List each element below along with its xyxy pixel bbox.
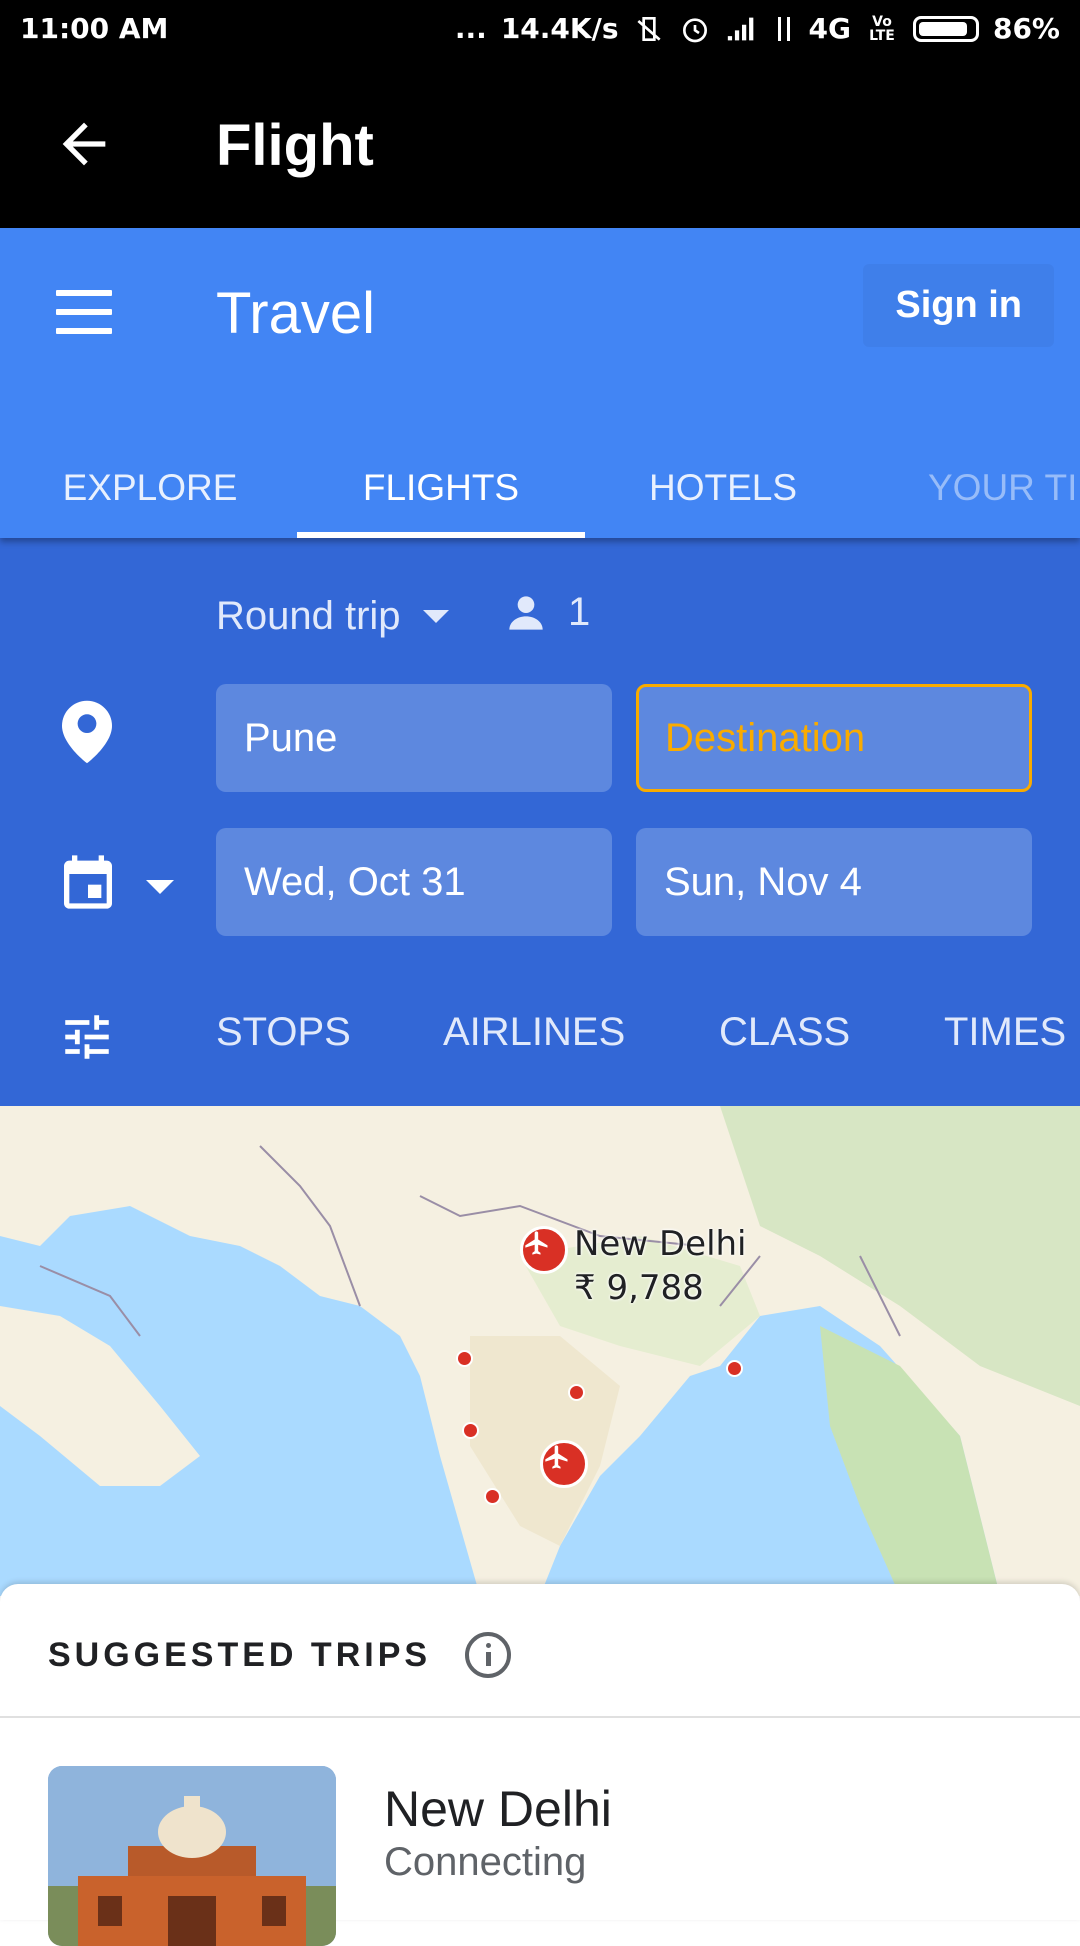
- status-bar: 11:00 AM ... 14.4K/s 4G Vo LTE 86%: [0, 0, 1080, 60]
- network-type: 4G: [808, 12, 851, 45]
- chevron-down-icon: [422, 610, 449, 623]
- trip-thumbnail[interactable]: [48, 1766, 336, 1946]
- page-title: Flight: [216, 113, 374, 178]
- battery-icon: [912, 15, 979, 42]
- passenger-selector[interactable]: 1: [506, 590, 590, 635]
- airplane-marker-icon[interactable]: [540, 1440, 588, 1488]
- signal-icon: [727, 17, 753, 40]
- travel-title: Travel: [216, 281, 375, 346]
- network-speed: 14.4K/s: [500, 12, 619, 45]
- more-notifications-icon: ...: [454, 12, 487, 45]
- location-pin-icon: [62, 700, 112, 764]
- travel-header: Travel Sign in EXPLORE FLIGHTS HOTELS YO…: [0, 228, 1080, 538]
- tab-hotels[interactable]: HOTELS: [630, 438, 816, 538]
- filter-times[interactable]: TIMES: [944, 1010, 1066, 1055]
- volte-icon: Vo LTE: [869, 13, 895, 44]
- origin-field[interactable]: Pune: [216, 684, 612, 792]
- destination-map[interactable]: New Delhi ₹ 9,788: [0, 1106, 1080, 1596]
- map-price-label: ₹ 9,788: [574, 1268, 704, 1308]
- info-icon[interactable]: [465, 1632, 512, 1678]
- calendar-icon[interactable]: [56, 850, 120, 914]
- trip-destination-name[interactable]: New Delhi: [384, 1780, 612, 1838]
- tab-your-trips[interactable]: YOUR TI: [928, 438, 1080, 538]
- filter-class[interactable]: CLASS: [719, 1010, 850, 1055]
- status-indicators: ... 14.4K/s 4G Vo LTE 86%: [455, 12, 1060, 45]
- sign-in-button[interactable]: Sign in: [863, 264, 1054, 347]
- divider: [0, 1716, 1080, 1718]
- airplane-marker-icon[interactable]: [520, 1226, 568, 1274]
- passenger-count: 1: [568, 590, 591, 634]
- map-dot[interactable]: [484, 1488, 501, 1505]
- tab-flights[interactable]: FLIGHTS: [297, 438, 585, 538]
- trip-connection-type: Connecting: [384, 1840, 587, 1884]
- battery-percent: 86%: [992, 12, 1060, 45]
- hamburger-menu-icon[interactable]: [56, 290, 112, 334]
- suggested-trips-title: SUGGESTED TRIPS: [48, 1635, 432, 1674]
- data-transfer-icon: [777, 16, 790, 41]
- map-dot[interactable]: [462, 1422, 479, 1439]
- arrow-left-icon[interactable]: [52, 112, 116, 176]
- return-date-field[interactable]: Sun, Nov 4: [636, 828, 1032, 936]
- map-dot[interactable]: [726, 1360, 743, 1377]
- map-city-label: New Delhi: [574, 1224, 747, 1264]
- flight-search-panel: Round trip 1 Pune Destination Wed, Oct 3…: [0, 538, 1080, 1106]
- chevron-down-icon[interactable]: [146, 880, 174, 894]
- depart-date-field[interactable]: Wed, Oct 31: [216, 828, 612, 936]
- alarm-icon: [682, 17, 707, 42]
- map-dot[interactable]: [568, 1384, 585, 1401]
- suggested-trips-sheet: SUGGESTED TRIPS New Delhi Connecting: [0, 1584, 1080, 1946]
- map-dot[interactable]: [456, 1350, 473, 1367]
- trip-type-dropdown[interactable]: Round trip: [216, 594, 449, 639]
- filter-tune-icon[interactable]: [58, 1008, 116, 1066]
- person-icon: [509, 595, 543, 630]
- status-time: 11:00 AM: [20, 12, 169, 45]
- trip-type-label: Round trip: [216, 594, 401, 638]
- filter-stops[interactable]: STOPS: [216, 1010, 351, 1055]
- destination-field[interactable]: Destination: [636, 684, 1032, 792]
- suggested-trips-header: SUGGESTED TRIPS: [48, 1632, 512, 1678]
- filter-airlines[interactable]: AIRLINES: [443, 1010, 625, 1055]
- tab-explore[interactable]: EXPLORE: [40, 438, 260, 538]
- tab-bar: EXPLORE FLIGHTS HOTELS YOUR TI: [0, 438, 1080, 538]
- map-background: [0, 1106, 1080, 1596]
- vibrate-off-icon: [636, 16, 661, 41]
- app-bar: Flight: [0, 60, 1080, 228]
